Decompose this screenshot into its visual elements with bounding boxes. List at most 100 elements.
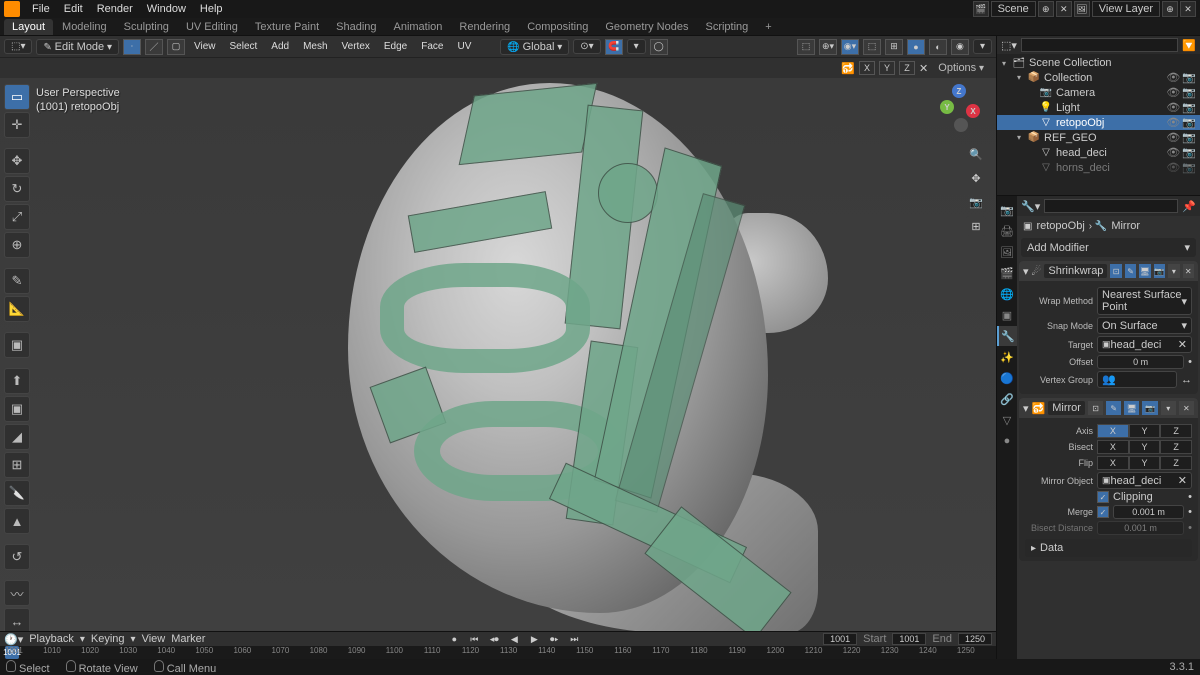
shading-options-dropdown[interactable]: ▾ xyxy=(973,39,992,54)
tab-world-props[interactable]: 🌐 xyxy=(997,284,1017,304)
shading-wireframe[interactable]: ⊞ xyxy=(885,39,903,55)
tree-row[interactable]: ▽retopoObj👁📷 xyxy=(997,115,1200,130)
add-cube-tool[interactable]: ▣ xyxy=(4,332,30,358)
add-modifier-dropdown[interactable]: Add Modifier▾ xyxy=(1021,238,1196,257)
tab-scripting[interactable]: Scripting xyxy=(697,19,756,35)
cursor-tool[interactable]: ✛ xyxy=(4,112,30,138)
modifier-name-field[interactable]: Mirror xyxy=(1048,401,1085,415)
3d-viewport[interactable]: User Perspective (1001) retopoObj ▭ ✛ ✥ … xyxy=(0,78,996,631)
perspective-toggle-button[interactable]: ⊞ xyxy=(966,216,986,236)
inset-tool[interactable]: ▣ xyxy=(4,396,30,422)
viewport-menu-add[interactable]: Add xyxy=(266,39,294,54)
navigation-gizmo[interactable]: X Y Z xyxy=(936,86,986,136)
poly-build-tool[interactable]: ▲ xyxy=(4,508,30,534)
timeline-menu-keying[interactable]: Keying xyxy=(91,633,125,645)
tab-compositing[interactable]: Compositing xyxy=(519,19,596,35)
props-editor-type[interactable]: 🔧▾ xyxy=(1021,200,1040,213)
timeline-editor-type[interactable]: 🕐▾ xyxy=(4,633,23,646)
timeline-menu-view[interactable]: View xyxy=(142,633,166,645)
bevel-tool[interactable]: ◢ xyxy=(4,424,30,450)
edit-mode-toggle[interactable]: ✎ xyxy=(1106,401,1121,415)
mirror-flip-buttons[interactable]: X Y Z xyxy=(1097,456,1192,470)
mirror-data-subpanel[interactable]: ▸ Data xyxy=(1025,539,1192,557)
scene-new-button[interactable]: ⊕ xyxy=(1038,1,1054,17)
modifier-name-field[interactable]: Shrinkwrap xyxy=(1044,264,1107,278)
merge-checkbox[interactable]: ✓ xyxy=(1097,506,1109,518)
tree-row[interactable]: ▾📦REF_GEO👁📷 xyxy=(997,130,1200,145)
clipping-checkbox[interactable]: ✓ xyxy=(1097,491,1109,503)
xray-toggle[interactable]: ⬚ xyxy=(863,39,881,55)
menu-render[interactable]: Render xyxy=(91,1,139,17)
options-dropdown[interactable]: Options ▾ xyxy=(932,61,990,75)
mirror-icon[interactable]: 🔂 xyxy=(841,62,855,75)
timeline-menu-marker[interactable]: Marker xyxy=(171,633,205,645)
tab-data-props[interactable]: ▽ xyxy=(997,410,1017,430)
realtime-toggle[interactable]: 🖥 xyxy=(1124,401,1139,415)
edge-select-mode[interactable]: ／ xyxy=(145,39,163,55)
play-button[interactable]: ▶ xyxy=(527,633,541,645)
outliner-filter-button[interactable]: 🔽 xyxy=(1182,39,1196,52)
jump-last-button[interactable]: ⏭ xyxy=(567,633,581,645)
collapse-icon[interactable]: ▾ xyxy=(1023,402,1029,415)
mirror-z-button[interactable]: Z xyxy=(899,61,915,75)
rotate-tool[interactable]: ↻ xyxy=(4,176,30,202)
add-workspace-button[interactable]: + xyxy=(757,19,779,35)
edge-slide-tool[interactable]: ↔ xyxy=(4,608,30,631)
delete-modifier-button[interactable]: ✕ xyxy=(1179,401,1194,415)
tab-render-props[interactable]: 📷 xyxy=(997,200,1017,220)
shading-rendered[interactable]: ◉ xyxy=(951,39,969,55)
start-frame-field[interactable]: 1001 xyxy=(892,633,926,645)
gizmo-toggle[interactable]: ⊕▾ xyxy=(819,39,837,55)
viewport-menu-uv[interactable]: UV xyxy=(452,39,476,54)
transform-tool[interactable]: ⊕ xyxy=(4,232,30,258)
knife-tool[interactable]: 🔪 xyxy=(4,480,30,506)
zoom-button[interactable]: 🔍 xyxy=(966,144,986,164)
loop-cut-tool[interactable]: ⊞ xyxy=(4,452,30,478)
wrap-method-dropdown[interactable]: Nearest Surface Point▾ xyxy=(1097,287,1192,315)
menu-window[interactable]: Window xyxy=(141,1,192,17)
shading-solid[interactable]: ● xyxy=(907,39,925,55)
tab-geometry-nodes[interactable]: Geometry Nodes xyxy=(597,19,696,35)
mirror-axis-buttons[interactable]: X Y Z xyxy=(1097,424,1192,438)
tab-layout[interactable]: Layout xyxy=(4,19,53,35)
autokey-toggle[interactable]: ● xyxy=(447,633,461,645)
menu-help[interactable]: Help xyxy=(194,1,229,17)
smooth-tool[interactable]: 〰 xyxy=(4,580,30,606)
viewport-menu-view[interactable]: View xyxy=(189,39,221,54)
camera-view-button[interactable]: 📷 xyxy=(966,192,986,212)
tab-texture-paint[interactable]: Texture Paint xyxy=(247,19,327,35)
mirror-object-field[interactable]: ▣ head_deci✕ xyxy=(1097,472,1192,489)
tree-row[interactable]: ▽horns_deci👁📷 xyxy=(997,160,1200,175)
tab-constraint-props[interactable]: 🔗 xyxy=(997,389,1017,409)
viewlayer-delete-button[interactable]: ✕ xyxy=(1180,1,1196,17)
offset-field[interactable]: 0 m xyxy=(1097,355,1184,369)
tree-row[interactable]: ▽head_deci👁📷 xyxy=(997,145,1200,160)
collapse-icon[interactable]: ▾ xyxy=(1023,265,1029,278)
pan-button[interactable]: ✥ xyxy=(966,168,986,188)
outliner-display-mode[interactable]: ⬚▾ xyxy=(1001,39,1017,52)
mirror-bisect-buttons[interactable]: X Y Z xyxy=(1097,440,1192,454)
tab-output-props[interactable]: 🖨 xyxy=(997,221,1017,241)
viewlayer-new-button[interactable]: ⊕ xyxy=(1162,1,1178,17)
properties-search[interactable] xyxy=(1044,199,1178,213)
tree-scene-collection[interactable]: ▾🗂Scene Collection xyxy=(997,56,1200,70)
pin-icon[interactable]: 📌 xyxy=(1182,200,1196,213)
orientation-dropdown[interactable]: 🌐 Global ▾ xyxy=(500,39,569,55)
measure-tool[interactable]: 📐 xyxy=(4,296,30,322)
keyframe-next-button[interactable]: ⏺▸ xyxy=(547,633,561,645)
automerge-toggle[interactable]: ✕ xyxy=(919,62,928,75)
delete-modifier-button[interactable]: ✕ xyxy=(1183,264,1194,278)
render-toggle[interactable]: 📷 xyxy=(1154,264,1165,278)
viewlayer-name-field[interactable]: View Layer xyxy=(1092,1,1160,17)
timeline-menu-playback[interactable]: Playback xyxy=(29,633,74,645)
tab-modeling[interactable]: Modeling xyxy=(54,19,115,35)
tab-physics-props[interactable]: 🔵 xyxy=(997,368,1017,388)
snap-toggle[interactable]: 🧲 xyxy=(605,39,623,55)
frame-ruler[interactable]: 1001 10011010102010301040105010601070108… xyxy=(0,646,996,659)
viewport-menu-edge[interactable]: Edge xyxy=(379,39,412,54)
tab-modifier-props[interactable]: 🔧 xyxy=(997,326,1017,346)
move-tool[interactable]: ✥ xyxy=(4,148,30,174)
tree-row[interactable]: ▾📦Collection👁📷 xyxy=(997,70,1200,85)
modifier-extras[interactable]: ▾ xyxy=(1168,264,1179,278)
tab-particle-props[interactable]: ✨ xyxy=(997,347,1017,367)
